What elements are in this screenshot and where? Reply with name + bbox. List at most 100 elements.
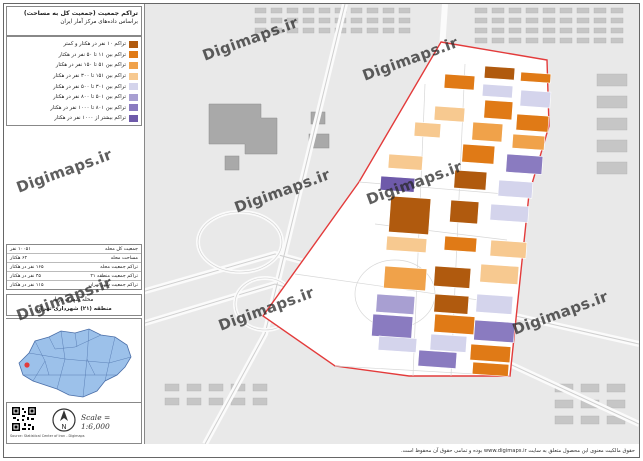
legend-item: تراکم بین ۱۱ تا ۵۰ نفر در هکتار (10, 50, 138, 61)
density-block[interactable] (489, 203, 530, 223)
stats-row: مساحت محله ۶۲ هکتار (7, 254, 141, 263)
building (474, 17, 488, 24)
building (186, 397, 202, 406)
legend-item: تراکم بین ۵۰۱ تا ۸۰۰ نفر در هکتار (10, 92, 138, 103)
copyright-footer: حقوق مالکیت معنوی این محصول متعلق به سای… (401, 448, 635, 454)
density-block[interactable] (433, 313, 476, 336)
density-block[interactable] (479, 263, 520, 285)
legend-item: تراکم بین ۸۰۱ تا ۱۰۰۰ نفر در هکتار (10, 103, 138, 114)
building (186, 383, 202, 392)
stats-row: تراکم جمعیت منطقه ۲۱ ۴۵ نفر در هکتار (7, 272, 141, 281)
building (382, 17, 395, 24)
stats-value: ۱۱۵ نفر در هکتار (10, 283, 44, 288)
building (576, 7, 590, 14)
building (208, 397, 224, 406)
building (302, 7, 315, 14)
density-block[interactable] (515, 113, 550, 133)
legend-swatch (129, 93, 138, 101)
density-block[interactable] (469, 343, 512, 364)
building (542, 7, 556, 14)
density-block[interactable] (471, 121, 504, 143)
density-block[interactable] (443, 235, 478, 253)
density-block[interactable] (471, 361, 510, 377)
legend-label: تراکم بین ۳۰۱ تا ۵۰۰ نفر در هکتار (53, 83, 126, 90)
legend: تراکم ۱۰ نفر در هکتار و کمتر تراکم بین ۱۱… (6, 36, 142, 126)
density-block[interactable] (433, 105, 466, 123)
building (559, 37, 573, 44)
density-block[interactable] (481, 83, 514, 99)
building (398, 27, 411, 34)
building (382, 27, 395, 34)
density-block[interactable] (511, 133, 546, 151)
building (398, 17, 411, 24)
building (302, 27, 315, 34)
density-block[interactable] (371, 313, 414, 340)
density-block[interactable] (483, 65, 516, 81)
stats-label: مساحت محله (110, 256, 138, 261)
density-block[interactable] (473, 319, 516, 344)
legend-item: تراکم بین ۱۵۱ تا ۳۰۰ نفر در هکتار (10, 71, 138, 82)
building (164, 383, 180, 392)
building (254, 7, 267, 14)
building (593, 37, 607, 44)
density-block[interactable] (520, 71, 552, 84)
building (559, 17, 573, 24)
building (542, 27, 556, 34)
building (254, 17, 267, 24)
density-block[interactable] (489, 239, 528, 259)
legend-swatch (129, 114, 138, 122)
density-block[interactable] (375, 293, 416, 315)
building (525, 17, 539, 24)
building (596, 161, 628, 175)
density-block[interactable] (433, 293, 470, 315)
density-block[interactable] (383, 265, 428, 292)
density-block[interactable] (443, 73, 476, 91)
building (491, 17, 505, 24)
density-block[interactable] (505, 153, 544, 175)
density-block[interactable] (413, 121, 442, 139)
density-block[interactable] (385, 235, 428, 254)
density-block[interactable] (429, 333, 468, 353)
north-arrow-icon: N (52, 408, 76, 432)
building (366, 27, 379, 34)
legend-label: تراکم بین ۵۰۱ تا ۸۰۰ نفر در هکتار (53, 94, 126, 101)
building (350, 27, 363, 34)
density-block[interactable] (377, 335, 418, 353)
density-block[interactable] (449, 199, 480, 225)
density-block[interactable] (483, 99, 514, 121)
density-block[interactable] (417, 349, 458, 369)
legend-label: تراکم بیشتر از ۱۰۰۰ نفر در هکتار (54, 115, 126, 122)
building (542, 37, 556, 44)
location-marker (24, 362, 30, 368)
density-block[interactable] (461, 143, 496, 165)
legend-swatch (129, 40, 138, 48)
building (542, 17, 556, 24)
stats-value: ۴۵ نفر در هکتار (10, 274, 41, 279)
density-block[interactable] (388, 195, 432, 236)
building (596, 95, 628, 109)
qr-code-icon[interactable] (11, 406, 37, 432)
density-block[interactable] (497, 179, 534, 199)
inset-map (5, 318, 142, 403)
legend-swatch (129, 61, 138, 69)
building (491, 37, 505, 44)
map-title: تراکم جمعیت (جمعیت کل به مساحت) (23, 10, 138, 17)
building (525, 7, 539, 14)
building (252, 397, 268, 406)
density-block[interactable] (519, 89, 552, 109)
building (554, 415, 574, 425)
density-block[interactable] (387, 153, 424, 171)
building (164, 397, 180, 406)
building (610, 7, 624, 14)
density-block[interactable] (433, 265, 472, 289)
building (398, 7, 411, 14)
building (491, 7, 505, 14)
building (610, 17, 624, 24)
stats-label: جمعیت کل محله (104, 247, 138, 252)
density-block[interactable] (475, 293, 514, 315)
legend-item: تراکم ۱۰ نفر در هکتار و کمتر (10, 39, 138, 50)
building (230, 397, 246, 406)
building (474, 27, 488, 34)
building (596, 117, 628, 131)
building (474, 7, 488, 14)
